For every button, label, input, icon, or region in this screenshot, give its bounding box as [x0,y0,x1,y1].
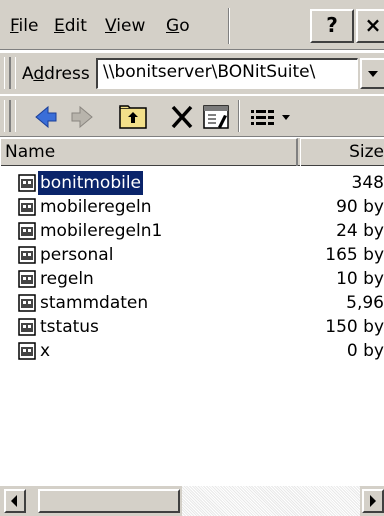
arrow-left-icon [11,495,17,507]
file-name: personal [40,245,114,265]
menu-file[interactable]: File [10,16,38,36]
address-bar-grip-inner [10,57,16,89]
column-header-name[interactable]: Name [0,138,298,166]
file-size: 90 by [336,197,384,217]
arrow-right-icon [370,495,376,507]
database-file-icon [18,342,36,360]
help-button[interactable]: ? [310,9,354,43]
properties-icon [203,105,229,129]
file-name: mobileregeln [40,197,152,217]
chevron-down-icon [368,71,378,77]
view-menu-icon [251,110,290,125]
views-button[interactable] [248,101,294,133]
menu-bar: File Edit View Go ? × [0,0,384,50]
scroll-right-button[interactable] [362,489,384,513]
scrollbar-track[interactable] [182,486,360,516]
list-item[interactable]: mobileregeln1 24 by [0,219,384,243]
list-item[interactable]: personal 165 by [0,243,384,267]
list-header: Name Size [0,138,384,166]
properties-button[interactable] [200,101,232,133]
toolbar-separator [238,100,240,132]
address-input[interactable]: \\bonitserver\BONitSuite\ [96,58,358,89]
file-name: tstatus [40,317,99,337]
file-size: 165 by [325,245,384,265]
up-folder-icon [119,105,147,129]
database-file-icon [18,294,36,312]
up-folder-button[interactable] [116,101,150,133]
list-item[interactable]: regeln 10 by [0,267,384,291]
file-name: mobileregeln1 [40,221,163,241]
back-arrow-icon [35,105,57,129]
database-file-icon [18,270,36,288]
list-item[interactable]: x 0 by [0,339,384,363]
forward-arrow-icon [71,105,93,129]
menu-edit[interactable]: Edit [54,16,87,36]
menu-view[interactable]: View [105,16,145,36]
delete-x-icon [171,105,193,129]
file-size: 348 [351,173,384,193]
list-item[interactable]: tstatus 150 by [0,315,384,339]
file-size: 5,96 [346,293,384,313]
database-file-icon [18,174,36,192]
column-header-size[interactable]: Size [300,138,384,166]
horizontal-scrollbar[interactable] [0,486,384,516]
database-file-icon [18,246,36,264]
scroll-left-button[interactable] [4,489,26,513]
file-size: 10 by [336,269,384,289]
database-file-icon [18,222,36,240]
list-item[interactable]: stammdaten 5,96 [0,291,384,315]
database-file-icon [18,198,36,216]
forward-button[interactable] [66,101,98,133]
file-size: 0 by [346,341,384,361]
list-item[interactable]: bonitmobile 348 [0,171,384,195]
file-name: bonitmobile [38,171,144,195]
menu-go[interactable]: Go [166,16,190,36]
chevron-down-icon [282,115,290,120]
file-name: regeln [40,269,94,289]
scrollbar-thumb[interactable] [38,489,180,513]
file-list[interactable]: bonitmobile 348 mobileregeln 90 by mobilereg… [0,167,384,485]
address-dropdown-button[interactable] [360,58,384,89]
database-file-icon [18,318,36,336]
back-button[interactable] [30,101,62,133]
close-button[interactable]: × [356,9,384,43]
file-name: stammdaten [40,293,149,313]
file-size: 150 by [325,317,384,337]
address-label: Address [22,64,90,84]
address-bar: Address \\bonitserver\BONitSuite\ [0,52,384,94]
file-name: x [40,341,51,361]
menu-separator [228,8,230,44]
toolbar-grip-inner [10,100,16,132]
list-item[interactable]: mobileregeln 90 by [0,195,384,219]
command-toolbar [0,95,384,137]
file-size: 24 by [336,221,384,241]
delete-button[interactable] [166,101,198,133]
